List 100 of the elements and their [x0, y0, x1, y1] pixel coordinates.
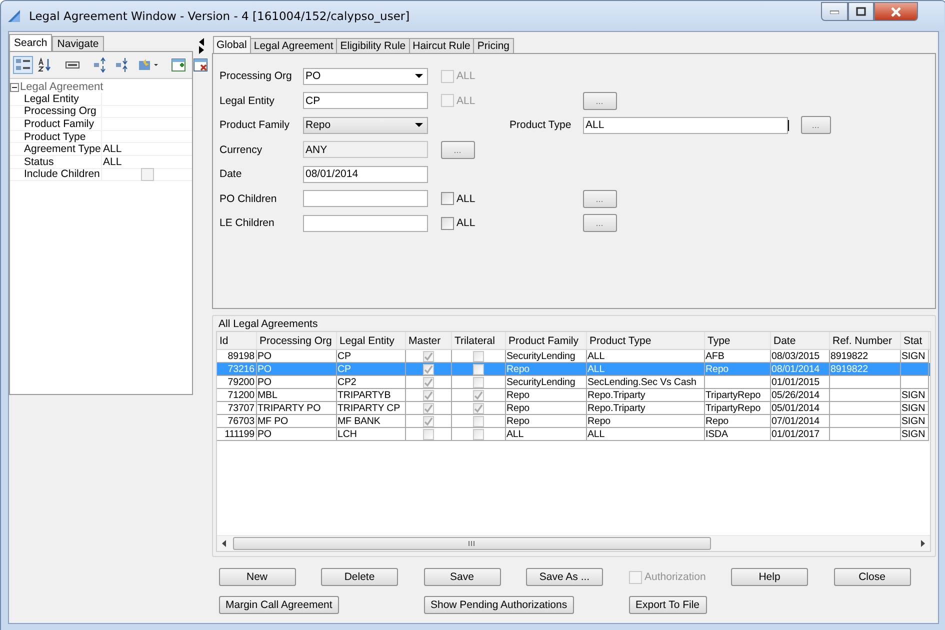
table-row[interactable]: 79200 PO CP2 SecurityLending SecLending.Sec Vs Cash 01/01/2015: [216, 376, 930, 389]
table-cell: ISDA: [706, 428, 728, 440]
table-cell: ALL: [588, 364, 605, 374]
action-button[interactable]: Save: [424, 568, 500, 586]
table-cell: ALL: [506, 428, 524, 440]
checkbox-label: ALL: [456, 217, 476, 230]
checkbox-label: ALL: [456, 94, 476, 107]
column-header[interactable]: Product Family: [506, 332, 586, 349]
table-cell: SecLending.Sec Vs Cash: [588, 376, 696, 388]
action-button[interactable]: Export To File: [628, 596, 706, 614]
browse-button[interactable]: ...: [800, 116, 830, 134]
table-cell: PO: [258, 428, 272, 440]
table-cell: Repo: [588, 416, 611, 426]
table-cell: 07/01/2014: [772, 416, 820, 426]
table-cell: 01/01/2015: [772, 376, 820, 388]
form-tab[interactable]: Global: [212, 36, 251, 53]
table-cell: CP: [338, 350, 351, 362]
table-cell: Repo.Triparty: [588, 390, 646, 400]
table-cell: 05/01/2014: [772, 402, 820, 414]
table-row[interactable]: 76703 MF PO MF BANK Repo Repo Repo 07/01/2014 SIGN: [216, 415, 930, 428]
table-cell: MF BANK: [338, 416, 380, 426]
table-cell: TRIPARTYB: [338, 390, 391, 400]
table-cell: SIGN: [902, 402, 926, 414]
dropdown[interactable]: Repo: [302, 116, 428, 134]
table-cell: CP: [338, 364, 351, 374]
column-header[interactable]: Stat: [900, 332, 928, 349]
table-cell: TRIPARTY PO: [258, 402, 321, 414]
column-header[interactable]: Date: [770, 332, 830, 349]
table-cell: PO: [258, 376, 272, 388]
field-label: Processing Org: [220, 70, 293, 82]
checkbox-label: Authorization: [644, 571, 706, 583]
table-cell: SIGN: [902, 350, 926, 362]
table-cell: 76703: [228, 416, 254, 426]
table-cell: 08/03/2015: [772, 350, 820, 362]
form-tab[interactable]: Pricing: [473, 38, 514, 53]
table-cell: SIGN: [902, 428, 926, 440]
action-button[interactable]: Show Pending Authorizations: [424, 596, 574, 614]
table-cell: SIGN: [902, 390, 926, 400]
form-tab[interactable]: Eligibility Rule: [336, 38, 410, 53]
table-cell: PO: [258, 350, 272, 362]
table-cell: Repo.Triparty: [588, 402, 646, 414]
table-cell: 111199: [224, 428, 254, 440]
table-cell: 73216: [228, 364, 254, 374]
action-button[interactable]: Close: [834, 568, 910, 586]
column-header[interactable]: Legal Entity: [336, 332, 406, 349]
table-cell: 8919822: [830, 350, 868, 362]
input-field[interactable]: ALL: [582, 116, 788, 134]
column-header[interactable]: Trilateral: [452, 332, 506, 349]
table-cell: SecurityLending: [506, 350, 576, 362]
property-value[interactable]: ALL: [103, 156, 122, 168]
action-button[interactable]: New: [218, 568, 296, 586]
field-label: PO Children: [220, 192, 278, 205]
group-title: All Legal Agreements: [218, 317, 319, 331]
table-cell: Repo: [506, 402, 530, 414]
input-field[interactable]: 08/01/2014: [302, 166, 428, 183]
property-label: Product Family: [10, 118, 102, 130]
table-cell: MBL: [258, 390, 278, 400]
dropdown[interactable]: PO: [302, 68, 428, 85]
table-row[interactable]: 71200 MBL TRIPARTYB Repo Repo.Triparty TripartyRepo 05/26/2014 SIGN: [216, 389, 930, 402]
table-cell: 71200: [228, 390, 254, 400]
table-cell: SecurityLending: [506, 376, 576, 388]
column-header[interactable]: Type: [704, 332, 770, 349]
checkbox-label: ALL: [456, 192, 476, 205]
table-cell: Repo: [706, 364, 729, 374]
action-button[interactable]: Help: [731, 568, 808, 586]
table-cell: ALL: [588, 350, 605, 362]
table-cell: CP2: [338, 376, 356, 388]
table-cell: TripartyRepo: [706, 402, 761, 414]
browse-button[interactable]: ...: [582, 214, 616, 232]
table-cell: Repo: [506, 364, 530, 374]
field-label: LE Children: [220, 217, 276, 230]
action-button[interactable]: Margin Call Agreement: [218, 596, 340, 614]
table-cell: SIGN: [902, 416, 926, 426]
property-value[interactable]: ALL: [103, 143, 122, 156]
panel-tab[interactable]: Search: [9, 34, 52, 51]
table-cell: Repo: [506, 416, 530, 426]
browse-button[interactable]: ...: [582, 92, 616, 110]
column-header[interactable]: Master: [406, 332, 452, 349]
panel-tab[interactable]: Navigate: [52, 36, 104, 51]
table-cell: 8919822: [830, 364, 868, 374]
field-label: Product Family: [220, 119, 291, 132]
input-field[interactable]: CP: [302, 92, 428, 110]
table-cell: 05/26/2014: [772, 390, 820, 400]
action-button[interactable]: Delete: [321, 568, 398, 586]
browse-button[interactable]: ...: [582, 190, 616, 208]
property-label: Processing Org: [10, 106, 102, 118]
table-row[interactable]: 111199 PO LCH ALL ALL ISDA 01/01/2017 SIGN: [216, 428, 930, 441]
form-tab[interactable]: Haircut Rule: [408, 38, 474, 53]
column-header[interactable]: Product Type: [586, 332, 704, 349]
table-row[interactable]: 73707 TRIPARTY PO TRIPARTY CP Repo Repo.Triparty TripartyRepo 05/01/2014 SIGN: [216, 402, 930, 415]
form-tab[interactable]: Legal Agreement: [250, 38, 338, 53]
action-button[interactable]: Save As ...: [526, 568, 603, 586]
column-header[interactable]: Id: [216, 332, 256, 349]
group-header: Legal Agreement: [20, 81, 104, 93]
column-header[interactable]: Ref. Number: [830, 332, 900, 349]
property-label: Agreement Type: [10, 143, 102, 155]
table-cell: TripartyRepo: [706, 390, 761, 400]
field-label: Date: [220, 168, 243, 180]
property-label: Legal Entity: [10, 93, 102, 105]
column-header[interactable]: Processing Org: [256, 332, 336, 349]
